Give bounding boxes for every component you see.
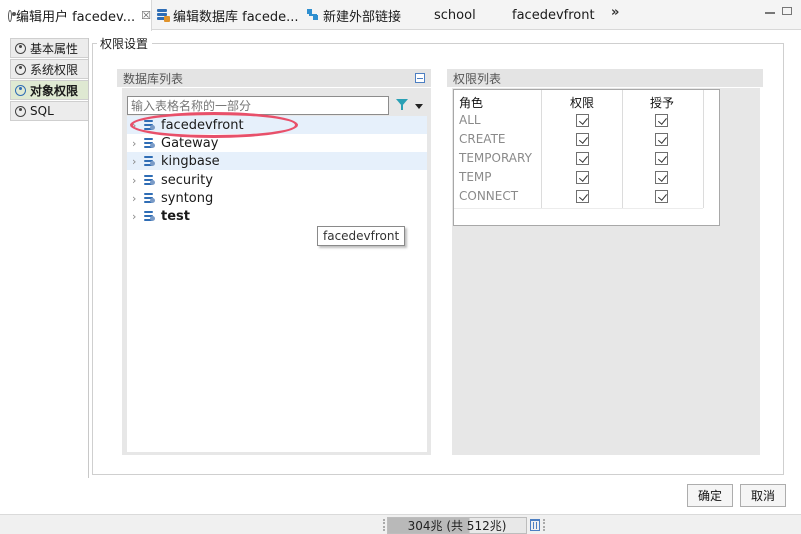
column-divider	[541, 90, 542, 208]
ok-button[interactable]: 确定	[687, 484, 733, 507]
link-icon	[307, 9, 319, 21]
expand-arrow-icon[interactable]: ›	[132, 174, 144, 187]
role-label: CONNECT	[459, 189, 519, 203]
sidebar-item-label: 系统权限	[30, 62, 79, 77]
sidebar-item-basic-properties[interactable]: 基本属性	[10, 38, 89, 58]
tree-item-test[interactable]: › test	[127, 207, 427, 225]
group-title: 权限设置	[97, 35, 152, 52]
expand-arrow-icon[interactable]: ›	[132, 119, 144, 132]
role-label: TEMPORARY	[459, 151, 532, 165]
expand-arrow-icon[interactable]: ›	[132, 137, 144, 150]
column-divider	[622, 90, 623, 208]
status-separator	[543, 519, 545, 531]
tree-item-label: security	[161, 172, 213, 188]
sidebar-item-object-privileges[interactable]: 对象权限	[10, 80, 89, 100]
privilege-checkbox[interactable]	[576, 171, 589, 184]
tree-item-kingbase[interactable]: › kingbase	[127, 152, 427, 170]
panel-title: 数据库列表	[123, 71, 184, 86]
tab-overflow-icon[interactable]: »	[611, 5, 619, 20]
maximize-icon[interactable]	[782, 7, 792, 15]
privilege-checkbox[interactable]	[576, 152, 589, 165]
sidenav-divider	[88, 38, 89, 478]
role-label: CREATE	[459, 132, 506, 146]
grant-checkbox[interactable]	[655, 171, 668, 184]
panel-title: 权限列表	[453, 71, 502, 86]
tree-item-label: Gateway	[161, 135, 219, 151]
expand-arrow-icon[interactable]: ›	[132, 155, 144, 168]
group-top-border	[152, 43, 784, 44]
tab-label: facedevfront	[512, 7, 595, 23]
grant-checkbox[interactable]	[655, 114, 668, 127]
editor-tab-bar: 编辑用户 facedev... ☒ 编辑数据库 facede... 新建外部链接…	[0, 0, 801, 31]
sidebar-item-label: 基本属性	[30, 41, 79, 56]
tree-item-label: test	[161, 208, 190, 224]
database-icon	[144, 210, 156, 222]
expand-arrow-icon[interactable]: ›	[132, 210, 144, 223]
privilege-checkbox[interactable]	[576, 190, 589, 203]
close-tab-icon[interactable]: ☒	[141, 9, 151, 22]
permission-list-header: 权限列表	[447, 69, 763, 87]
database-icon	[144, 137, 156, 149]
tree-item-gateway[interactable]: › Gateway	[127, 134, 427, 152]
status-separator	[383, 519, 385, 531]
tree-item-syntong[interactable]: › syntong	[127, 189, 427, 207]
database-icon	[157, 9, 170, 22]
filter-dropdown-icon[interactable]	[415, 104, 423, 109]
expand-arrow-icon[interactable]: ›	[132, 192, 144, 205]
table-grid-icon	[497, 10, 508, 21]
table-filter-input[interactable]	[127, 96, 389, 115]
tree-item-label: kingbase	[161, 153, 220, 169]
privilege-checkbox[interactable]	[576, 133, 589, 146]
column-header-grant: 授予	[650, 96, 675, 110]
tab-label: 新建外部链接	[323, 9, 402, 25]
tab-new-external-link[interactable]: 新建外部链接	[307, 0, 401, 30]
minimize-icon[interactable]	[765, 12, 775, 14]
column-header-privilege: 权限	[570, 96, 595, 110]
permission-table: 角色 权限 授予 ALL CREATE TEMPORARY TEMP CONNE…	[453, 89, 720, 226]
sidebar-item-label: SQL	[30, 104, 54, 118]
role-label: TEMP	[459, 170, 492, 184]
tree-item-security[interactable]: › security	[127, 171, 427, 189]
tree-item-facedevfront[interactable]: › facedevfront	[127, 116, 427, 134]
database-icon	[144, 174, 156, 186]
cancel-button[interactable]: 取消	[740, 484, 786, 507]
tree-item-label: facedevfront	[161, 117, 244, 133]
tree-item-label: syntong	[161, 190, 214, 206]
table-grid-icon	[419, 10, 430, 21]
row-divider	[454, 208, 703, 209]
tab-label: 编辑用户 facedev...	[15, 10, 136, 25]
grant-checkbox[interactable]	[655, 133, 668, 146]
tree-tooltip: facedevfront	[317, 226, 406, 246]
user-icon	[8, 9, 16, 22]
tab-label: school	[434, 7, 476, 23]
tab-edit-user[interactable]: 编辑用户 facedev... ☒	[0, 0, 152, 31]
database-icon	[144, 192, 156, 204]
garbage-collect-icon[interactable]	[530, 519, 540, 531]
sidebar-item-system-privileges[interactable]: 系统权限	[10, 59, 89, 79]
property-sidenav: 基本属性 系统权限 对象权限 SQL	[10, 38, 89, 122]
heap-memory-indicator: 304兆 (共 512兆)	[387, 517, 527, 534]
database-tree: › facedevfront › Gateway › kingbase › se…	[127, 116, 427, 452]
tab-school[interactable]: school	[419, 0, 476, 30]
role-label: ALL	[459, 113, 481, 127]
database-icon	[144, 119, 156, 131]
sidebar-item-sql[interactable]: SQL	[10, 101, 89, 121]
privilege-checkbox[interactable]	[576, 114, 589, 127]
user-icon	[15, 42, 26, 54]
user-icon	[15, 63, 26, 75]
grant-checkbox[interactable]	[655, 152, 668, 165]
database-list-header: 数据库列表	[117, 69, 431, 87]
grant-checkbox[interactable]	[655, 190, 668, 203]
tab-edit-database[interactable]: 编辑数据库 facede...	[157, 0, 298, 30]
column-divider	[703, 90, 704, 208]
database-icon	[144, 155, 156, 167]
tab-label: 编辑数据库 facede...	[173, 9, 299, 25]
column-header-role: 角色	[459, 96, 484, 110]
user-icon	[15, 84, 26, 96]
filter-icon[interactable]	[396, 99, 408, 111]
tab-facedevfront[interactable]: facedevfront	[497, 0, 595, 30]
collapse-icon[interactable]	[415, 73, 425, 83]
user-icon	[15, 105, 26, 117]
sidebar-item-label: 对象权限	[30, 83, 79, 98]
